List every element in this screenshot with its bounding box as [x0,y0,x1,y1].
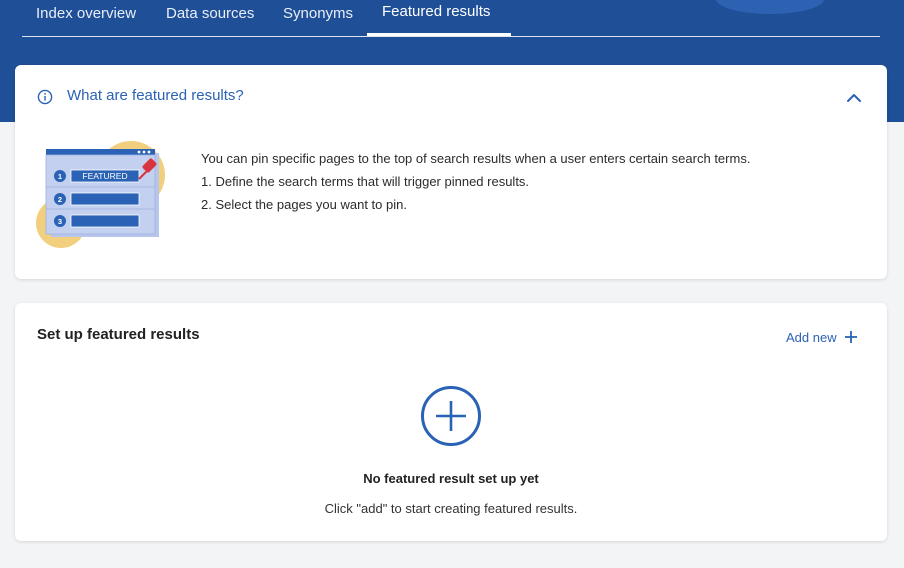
tab-bar: Index overview Data sources Synonyms Fea… [22,0,880,37]
tab-featured-results[interactable]: Featured results [367,0,511,36]
tab-synonyms[interactable]: Synonyms [283,0,367,36]
page: Index overview Data sources Synonyms Fea… [0,0,904,568]
illustration-number-3: 3 [58,217,62,226]
plus-icon [844,331,857,343]
info-circle-icon [37,89,53,105]
add-new-button[interactable]: Add new [786,327,858,347]
tab-data-sources[interactable]: Data sources [152,0,283,36]
illustration-number-2: 2 [58,195,62,204]
featured-results-illustration: 1 2 3 FEATURED [36,141,165,248]
setup-panel-title: Set up featured results [37,326,200,343]
info-panel: What are featured results? 1 2 3 FEATURE… [15,65,887,279]
chevron-up-icon[interactable] [845,89,863,107]
info-line: 2. Select the pages you want to pin. [201,197,407,212]
empty-state-description: Click "add" to start creating featured r… [324,501,578,516]
illustration-number-1: 1 [58,172,62,181]
info-panel-description: You can pin specific pages to the top of… [201,147,750,216]
setup-panel: Set up featured results Add new No featu… [15,303,887,541]
add-new-label: Add new [786,329,837,345]
info-line: You can pin specific pages to the top of… [201,151,751,166]
illustration-featured-badge: FEATURED [82,171,127,181]
empty-state-title: No featured result set up yet [363,471,539,486]
plus-circle-icon[interactable] [420,385,482,447]
info-panel-title: What are featured results? [67,87,244,104]
info-panel-toggle[interactable]: What are featured results? [15,65,887,131]
info-line: 1. Define the search terms that will tri… [201,174,530,189]
tab-index-overview[interactable]: Index overview [22,0,152,36]
